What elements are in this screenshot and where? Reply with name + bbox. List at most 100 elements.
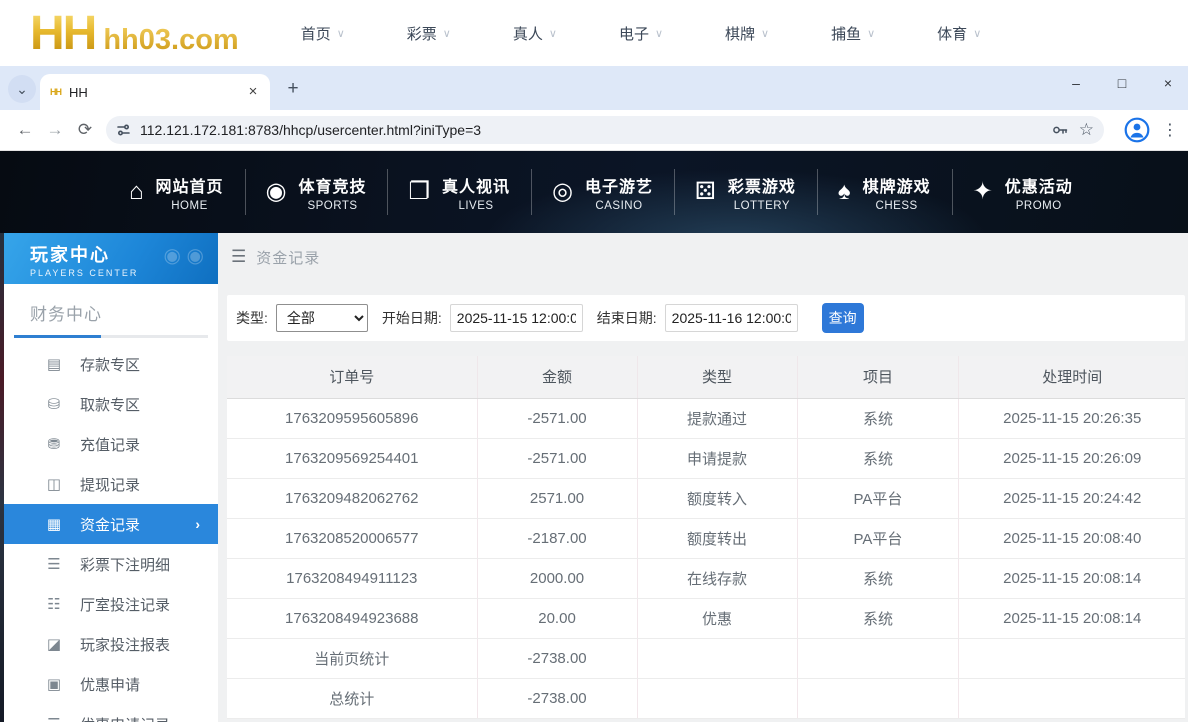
wallet-icon: ◫	[44, 475, 64, 493]
main-nav-item-5[interactable]: ♠棋牌游戏CHESS	[817, 173, 952, 212]
sidebar-item-2[interactable]: ⛃充值记录›	[4, 424, 218, 464]
bookmark-star-icon[interactable]: ☆	[1079, 120, 1094, 140]
top-nav-item-6[interactable]: 体育∨	[937, 23, 981, 44]
top-nav-item-0[interactable]: 首页∨	[301, 23, 345, 44]
end-date-input[interactable]	[665, 304, 798, 332]
table-cell: 1763208520006577	[227, 518, 477, 558]
sidebar-item-label: 资金记录	[80, 514, 140, 535]
start-date-input[interactable]	[450, 304, 583, 332]
logo-hh-text: HH	[30, 6, 95, 61]
reload-button[interactable]: ⟳	[70, 115, 100, 145]
main-nav-item-2[interactable]: ❐真人视讯LIVES	[387, 173, 531, 212]
window-maximize-button[interactable]: □	[1114, 75, 1130, 91]
table-row: 176320849492368820.00优惠系统2025-11-15 20:0…	[227, 598, 1185, 638]
table-row: 1763209569254401-2571.00申请提款系统2025-11-15…	[227, 438, 1185, 478]
screen: HH hh03.com 首页∨彩票∨真人∨电子∨棋牌∨捕鱼∨体育∨ ⌄ HH H…	[0, 0, 1188, 722]
search-button[interactable]: 查询	[822, 303, 864, 333]
table-row: 总统计-2738.00	[227, 678, 1185, 718]
password-key-icon[interactable]	[1051, 121, 1069, 139]
new-tab-button[interactable]: +	[280, 76, 306, 102]
sidebar-menu: ▤存款专区›⛁取款专区›⛃充值记录›◫提现记录›▦资金记录›☰彩票下注明细›☷厅…	[4, 344, 218, 722]
table-cell: -2738.00	[477, 638, 637, 678]
sidebar-item-label: 玩家投注报表	[80, 634, 170, 655]
table-cell: 1763209595605896	[227, 398, 477, 438]
sidebar-item-label: 优惠申请	[80, 674, 140, 695]
main-nav-item-en: HOME	[156, 200, 224, 212]
table-cell: 额度转出	[637, 518, 797, 558]
sidebar-item-1[interactable]: ⛁取款专区›	[4, 384, 218, 424]
main-nav-item-4[interactable]: ⚄彩票游戏LOTTERY	[674, 173, 817, 212]
top-nav-item-4[interactable]: 棋牌∨	[725, 23, 769, 44]
sidebar-item-7[interactable]: ◪玩家投注报表›	[4, 624, 218, 664]
forward-button[interactable]: →	[40, 115, 70, 145]
sidebar-item-label: 优惠申请记录	[80, 714, 170, 722]
browser-tabstrip: ⌄ HH HH × + – □ ×	[0, 66, 1188, 110]
sidebar-item-label: 提现记录	[80, 474, 140, 495]
main-nav-item-en: SPORTS	[298, 200, 366, 212]
main-site-nav: ⌂网站首页HOME◉体育竞技SPORTS❐真人视讯LIVES◎电子游艺CASIN…	[0, 151, 1188, 233]
top-nav-item-label: 棋牌	[725, 23, 755, 44]
table-cell: 2025-11-15 20:08:14	[959, 558, 1185, 598]
site-info-icon[interactable]	[116, 122, 132, 138]
funds-records-table: 订单号金额类型项目处理时间 1763209595605896-2571.00提款…	[227, 356, 1185, 719]
table-cell: 优惠	[637, 598, 797, 638]
tab-close-icon[interactable]: ×	[244, 83, 262, 101]
main-nav-item-6[interactable]: ✦优惠活动PROMO	[952, 173, 1094, 212]
address-bar[interactable]: 112.121.172.181:8783/hhcp/usercenter.htm…	[106, 116, 1104, 144]
sidebar: 玩家中心 PLAYERS CENTER 财务中心 ▤存款专区›⛁取款专区›⛃充值…	[4, 233, 218, 722]
table-cell: 提款通过	[637, 398, 797, 438]
type-select[interactable]: 全部	[276, 304, 368, 332]
table-cell: 系统	[797, 558, 959, 598]
sports-ball-icon: ◉	[266, 180, 287, 204]
players-center-title: 玩家中心	[30, 241, 218, 267]
window-close-button[interactable]: ×	[1160, 75, 1176, 91]
top-nav-item-5[interactable]: 捕鱼∨	[831, 23, 875, 44]
browser-tab[interactable]: HH HH ×	[40, 74, 270, 110]
main-nav-item-0[interactable]: ⌂网站首页HOME	[108, 173, 245, 212]
top-nav-item-3[interactable]: 电子∨	[619, 23, 663, 44]
profile-avatar[interactable]	[1124, 117, 1150, 143]
url-text[interactable]: 112.121.172.181:8783/hhcp/usercenter.htm…	[140, 122, 1041, 138]
table-row: 1763209595605896-2571.00提款通过系统2025-11-15…	[227, 398, 1185, 438]
table-header-row: 订单号金额类型项目处理时间	[227, 356, 1185, 398]
top-nav-item-label: 体育	[937, 23, 967, 44]
main-nav-item-1[interactable]: ◉体育竞技SPORTS	[245, 173, 388, 212]
main-nav-item-zh: 棋牌游戏	[863, 173, 931, 197]
sidebar-item-8[interactable]: ▣优惠申请›	[4, 664, 218, 704]
table-cell: PA平台	[797, 518, 959, 558]
chevron-down-icon: ∨	[549, 27, 557, 40]
start-date-label: 开始日期:	[382, 308, 442, 328]
browser-menu-icon[interactable]: ⋮	[1162, 120, 1178, 140]
sidebar-item-0[interactable]: ▤存款专区›	[4, 344, 218, 384]
site-logo[interactable]: HH hh03.com	[30, 6, 239, 61]
table-cell: 2025-11-15 20:08:40	[959, 518, 1185, 558]
players-center-subtitle: PLAYERS CENTER	[30, 268, 218, 278]
main-nav-item-3[interactable]: ◎电子游艺CASINO	[531, 173, 674, 212]
top-nav-item-label: 电子	[619, 23, 649, 44]
back-button[interactable]: ←	[10, 115, 40, 145]
top-nav-item-2[interactable]: 真人 ∨	[513, 23, 557, 44]
table-cell: 1763209482062762	[227, 478, 477, 518]
sidebar-item-label: 厅室投注记录	[80, 594, 170, 615]
sidebar-item-3[interactable]: ◫提现记录›	[4, 464, 218, 504]
sidebar-item-9[interactable]: ☴优惠申请记录›	[4, 704, 218, 722]
table-cell: 2025-11-15 20:26:09	[959, 438, 1185, 478]
end-date-label: 结束日期:	[597, 308, 657, 328]
sidebar-item-4[interactable]: ▦资金记录›	[4, 504, 218, 544]
table-row: 17632084949111232000.00在线存款系统2025-11-15 …	[227, 558, 1185, 598]
breadcrumb: ☰ 资金记录	[227, 233, 1185, 281]
top-nav-item-label: 真人	[513, 23, 543, 44]
main-nav-item-en: CASINO	[585, 200, 653, 212]
chevron-down-icon: ∨	[867, 27, 875, 40]
table-cell: 额度转入	[637, 478, 797, 518]
top-nav-item-1[interactable]: 彩票∨	[407, 23, 451, 44]
main-nav-item-en: LIVES	[442, 200, 510, 212]
sidebar-item-5[interactable]: ☰彩票下注明细›	[4, 544, 218, 584]
sidebar-item-6[interactable]: ☷厅室投注记录›	[4, 584, 218, 624]
table-cell	[797, 638, 959, 678]
table-cell: 1763208494923688	[227, 598, 477, 638]
tab-search-button[interactable]: ⌄	[8, 75, 36, 103]
table-cell	[959, 678, 1185, 718]
main-nav-item-text: 网站首页HOME	[156, 173, 224, 212]
window-minimize-button[interactable]: –	[1068, 75, 1084, 91]
